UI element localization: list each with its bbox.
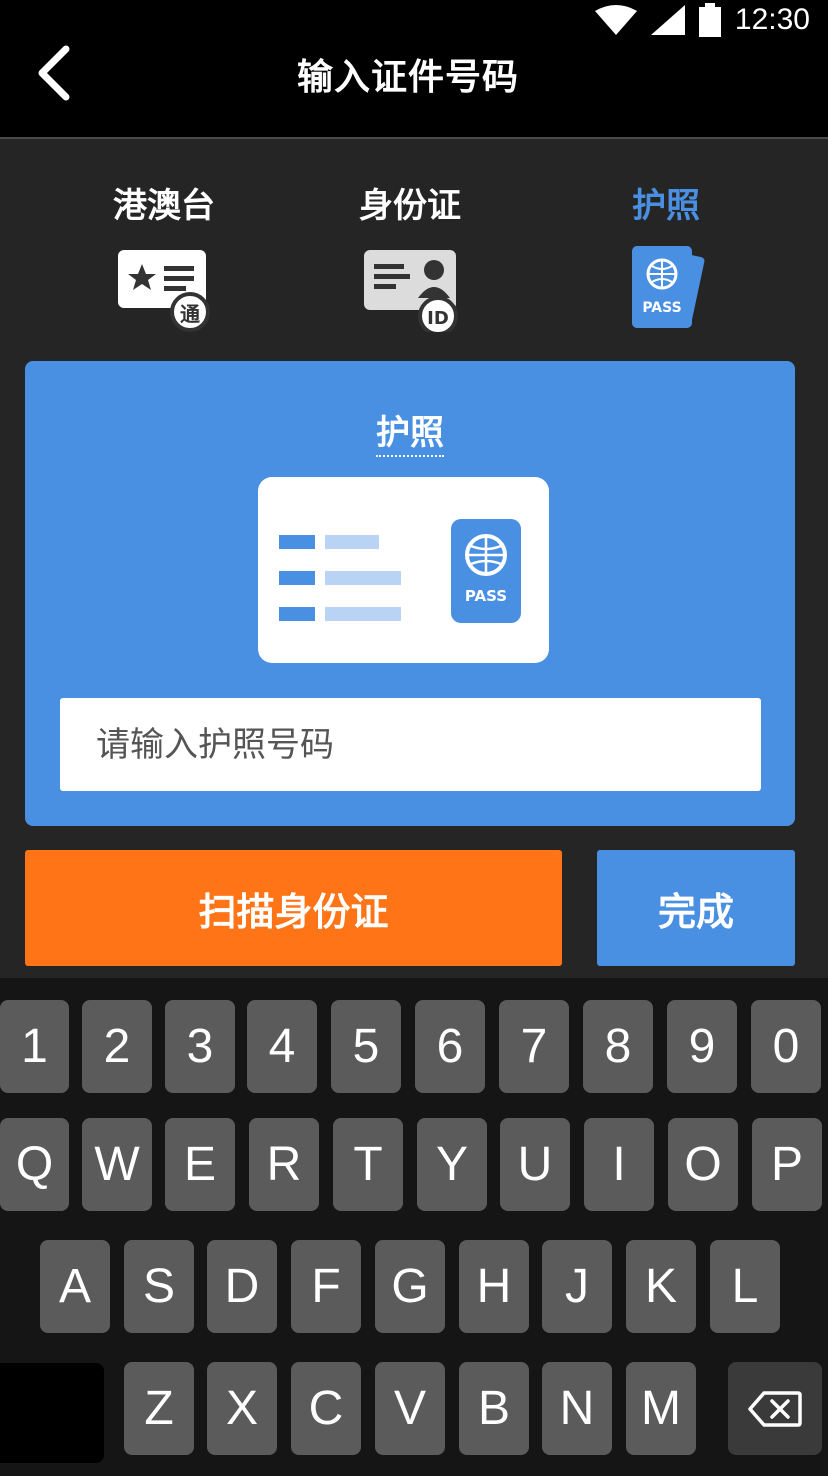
document-type-tabs: 港澳台 通 身份证 ID 护照 PASS [0, 180, 828, 340]
key-n[interactable]: N [542, 1362, 612, 1455]
key-k[interactable]: K [626, 1240, 696, 1333]
pass-label: PASS [465, 587, 507, 605]
tab-label: 身份证 [359, 186, 461, 226]
shift-key-area[interactable] [0, 1363, 104, 1463]
card-title: 护照 [25, 405, 795, 457]
key-g[interactable]: G [375, 1240, 445, 1333]
key-e[interactable]: E [165, 1118, 235, 1211]
key-h[interactable]: H [459, 1240, 529, 1333]
passport-number-input[interactable] [96, 724, 761, 765]
keyboard: 1 2 3 4 5 6 7 8 9 0 Q W E R T Y U I O P … [0, 978, 828, 1476]
hk-permit-card-icon: 通 [114, 242, 214, 332]
key-y[interactable]: Y [417, 1118, 487, 1211]
illustration-bar [279, 535, 315, 549]
key-7[interactable]: 7 [499, 1000, 569, 1093]
passport-card: 护照 PASS [25, 361, 795, 826]
signal-icon [650, 5, 685, 35]
tab-badge-text: 通 [180, 302, 200, 326]
tab-label: 港澳台 [113, 186, 215, 226]
illustration-bar [279, 607, 315, 621]
backspace-icon [748, 1390, 802, 1427]
key-m[interactable]: M [626, 1362, 696, 1455]
tab-id-card[interactable]: 身份证 ID [310, 180, 510, 336]
key-j[interactable]: J [542, 1240, 612, 1333]
page-title: 输入证件号码 [296, 57, 519, 98]
illustration-bar [325, 607, 401, 621]
illustration-bar [325, 571, 401, 585]
passport-number-field[interactable] [60, 698, 761, 791]
key-o[interactable]: O [668, 1118, 738, 1211]
key-i[interactable]: I [584, 1118, 654, 1211]
tab-pass-text: PASS [642, 300, 681, 316]
key-5[interactable]: 5 [331, 1000, 401, 1093]
key-c[interactable]: C [291, 1362, 361, 1455]
key-u[interactable]: U [500, 1118, 570, 1211]
key-3[interactable]: 3 [165, 1000, 235, 1093]
key-6[interactable]: 6 [415, 1000, 485, 1093]
key-z[interactable]: Z [124, 1362, 194, 1455]
status-bar: 12:30 [594, 2, 810, 38]
key-1[interactable]: 1 [0, 1000, 69, 1093]
battery-icon [698, 3, 721, 37]
top-bar: 12:30 输入证件号码 [0, 0, 828, 137]
key-a[interactable]: A [40, 1240, 110, 1333]
illustration-bar [325, 535, 379, 549]
key-q[interactable]: Q [0, 1118, 69, 1211]
key-t[interactable]: T [333, 1118, 403, 1211]
tab-badge-text: ID [427, 308, 449, 329]
tab-hk-macau-taiwan[interactable]: 港澳台 通 [64, 180, 264, 332]
status-time: 12:30 [734, 3, 810, 36]
key-s[interactable]: S [124, 1240, 194, 1333]
passport-illustration: PASS [258, 477, 549, 663]
id-card-icon: ID [360, 242, 460, 336]
key-0[interactable]: 0 [751, 1000, 821, 1093]
key-v[interactable]: V [375, 1362, 445, 1455]
scan-id-button[interactable]: 扫描身份证 [25, 850, 562, 966]
key-4[interactable]: 4 [247, 1000, 317, 1093]
key-9[interactable]: 9 [667, 1000, 737, 1093]
key-2[interactable]: 2 [82, 1000, 152, 1093]
backspace-key[interactable] [728, 1362, 822, 1455]
key-l[interactable]: L [710, 1240, 780, 1333]
wifi-icon [594, 5, 637, 35]
card-title-text: 护照 [376, 413, 444, 457]
passport-booklet-icon: PASS [451, 519, 521, 623]
key-8[interactable]: 8 [583, 1000, 653, 1093]
key-d[interactable]: D [207, 1240, 277, 1333]
key-b[interactable]: B [459, 1362, 529, 1455]
key-x[interactable]: X [207, 1362, 277, 1455]
illustration-bar [279, 571, 315, 585]
header-divider [0, 137, 828, 139]
tab-label: 护照 [632, 186, 700, 226]
passport-icon: PASS [616, 242, 716, 332]
key-p[interactable]: P [752, 1118, 822, 1211]
key-w[interactable]: W [82, 1118, 152, 1211]
done-button[interactable]: 完成 [597, 850, 795, 966]
key-f[interactable]: F [291, 1240, 361, 1333]
tab-passport[interactable]: 护照 PASS [566, 180, 766, 332]
key-r[interactable]: R [249, 1118, 319, 1211]
